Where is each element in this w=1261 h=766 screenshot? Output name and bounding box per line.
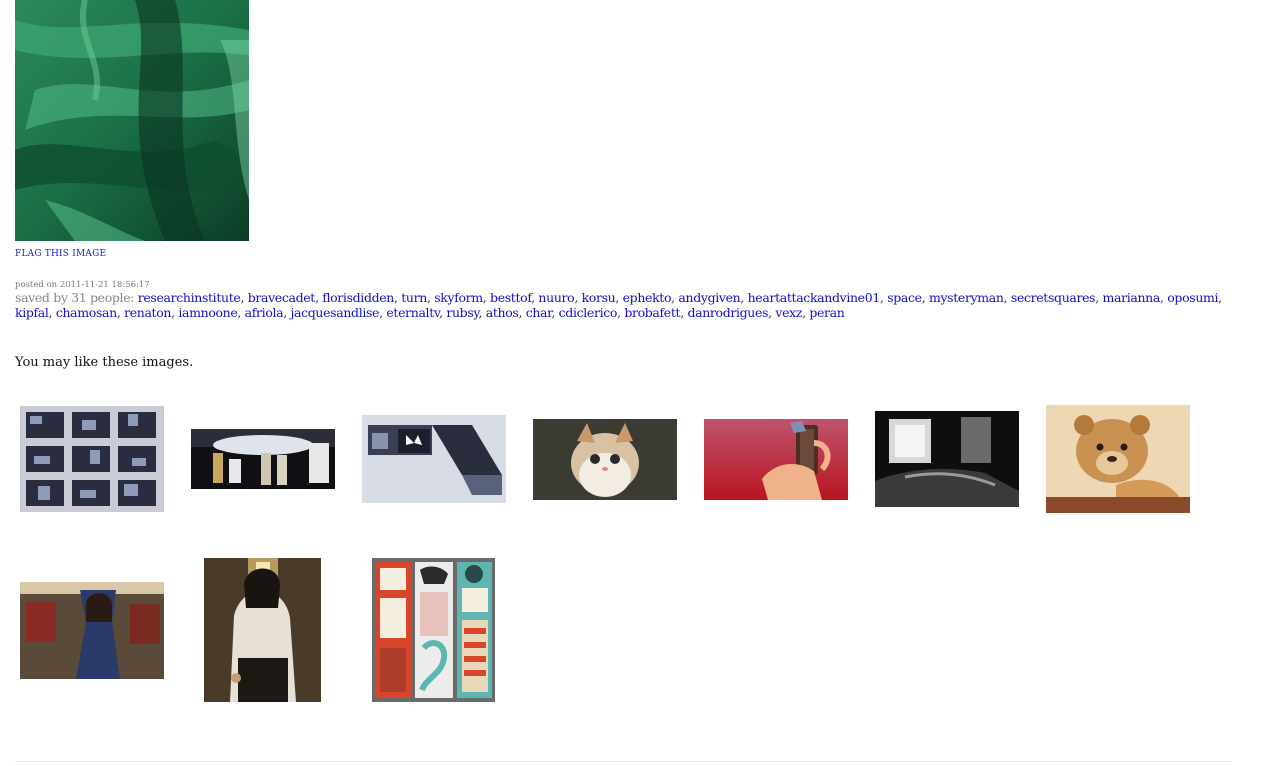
saved-by-label: saved by 31 people:: [15, 290, 135, 305]
saved-by-user-link[interactable]: skyform: [434, 290, 483, 305]
thumbnail-8[interactable]: [20, 582, 164, 679]
separator: ,: [1218, 290, 1222, 305]
saved-by-user-link[interactable]: iamnoone: [178, 305, 237, 320]
batman-comic-grid-image: [20, 406, 164, 512]
main-image[interactable]: [15, 0, 249, 241]
saved-by-user-link[interactable]: jacquesandlise: [291, 305, 380, 320]
footer-divider: [15, 761, 1231, 762]
recommendations-heading: You may like these images.: [15, 355, 194, 370]
saved-by-user-link[interactable]: rubsy: [446, 305, 478, 320]
saved-by-user-link[interactable]: vexz: [775, 305, 802, 320]
saved-by-user-link[interactable]: oposumi: [1167, 290, 1218, 305]
batman-panels-image: [362, 415, 506, 503]
saved-by-user-link[interactable]: afriola: [245, 305, 284, 320]
separator: ,: [551, 305, 559, 320]
hands-holding-object-image: [704, 419, 848, 500]
thumbnail-6[interactable]: [875, 411, 1019, 507]
separator: ,: [1003, 290, 1011, 305]
star-wars-droids-image: [191, 429, 335, 489]
saved-by-user-link[interactable]: kipfal: [15, 305, 49, 320]
saved-by-user-link[interactable]: turn: [401, 290, 427, 305]
thumbnail-7[interactable]: [1046, 405, 1190, 513]
saved-by: saved by 31 people: researchinstitute, b…: [15, 290, 1245, 320]
separator: ,: [921, 290, 929, 305]
posted-on-value: 2011-11-21 18:56:17: [59, 280, 150, 290]
posted-on: posted on 2011-11-21 18:56:17: [15, 280, 150, 290]
lion-cub-image: [1046, 405, 1190, 513]
separator: ,: [482, 290, 491, 305]
separator: ,: [1095, 290, 1103, 305]
saved-by-user-link[interactable]: andygiven: [678, 290, 740, 305]
saved-by-user-link[interactable]: marianna: [1103, 290, 1161, 305]
saved-by-user-link[interactable]: mysteryman: [929, 290, 1004, 305]
flag-image-link[interactable]: FLAG THIS IMAGE: [15, 249, 106, 259]
kitten-image: [533, 419, 677, 500]
saved-by-user-link[interactable]: secretsquares: [1011, 290, 1096, 305]
saved-by-user-link[interactable]: florisdidden: [322, 290, 394, 305]
saved-by-user-list: researchinstitute, bravecadet, florisdid…: [15, 290, 1222, 320]
saved-by-user-link[interactable]: peran: [809, 305, 844, 320]
woman-hallway-image: [204, 558, 321, 702]
thumbnail-4[interactable]: [533, 419, 677, 500]
thumbnail-3[interactable]: [362, 415, 506, 503]
separator: ,: [740, 290, 748, 305]
woman-subway-image: [20, 582, 164, 679]
saved-by-user-link[interactable]: cdiclerico: [559, 305, 618, 320]
thumbnail-5[interactable]: [704, 419, 848, 500]
three-cheers-for-books-image: [372, 558, 495, 702]
separator: ,: [48, 305, 56, 320]
dark-window-room-image: [875, 411, 1019, 507]
saved-by-user-link[interactable]: chamosan: [56, 305, 117, 320]
thumbnail-9[interactable]: [204, 558, 321, 702]
saved-by-user-link[interactable]: athos: [486, 305, 519, 320]
thumbnail-2[interactable]: [191, 429, 335, 489]
saved-by-user-link[interactable]: researchinstitute: [138, 290, 241, 305]
separator: ,: [240, 290, 248, 305]
page: FLAG THIS IMAGE posted on 2011-11-21 18:…: [0, 0, 1261, 766]
separator: ,: [237, 305, 245, 320]
saved-by-user-link[interactable]: bravecadet: [248, 290, 316, 305]
saved-by-user-link[interactable]: ephekto: [623, 290, 672, 305]
separator: ,: [574, 290, 582, 305]
saved-by-user-link[interactable]: danrodrigues: [687, 305, 768, 320]
saved-by-user-link[interactable]: space: [887, 290, 922, 305]
separator: ,: [283, 305, 291, 320]
saved-by-user-link[interactable]: korsu: [582, 290, 616, 305]
posted-on-label: posted on: [15, 280, 58, 290]
separator: ,: [478, 305, 486, 320]
saved-by-user-link[interactable]: nuuro: [538, 290, 574, 305]
saved-by-user-link[interactable]: char: [526, 305, 552, 320]
thumbnail-1[interactable]: [20, 406, 164, 512]
saved-by-user-link[interactable]: renaton: [124, 305, 171, 320]
saved-by-user-link[interactable]: besttof: [490, 290, 531, 305]
main-image-graphic: [15, 0, 249, 241]
separator: ,: [615, 290, 623, 305]
saved-by-user-link[interactable]: heartattackandvine01: [748, 290, 881, 305]
saved-by-user-link[interactable]: eternaltv: [386, 305, 439, 320]
saved-by-user-link[interactable]: brobafett: [624, 305, 680, 320]
separator: ,: [116, 305, 125, 320]
separator: ,: [518, 305, 526, 320]
thumbnail-10[interactable]: [372, 558, 495, 702]
